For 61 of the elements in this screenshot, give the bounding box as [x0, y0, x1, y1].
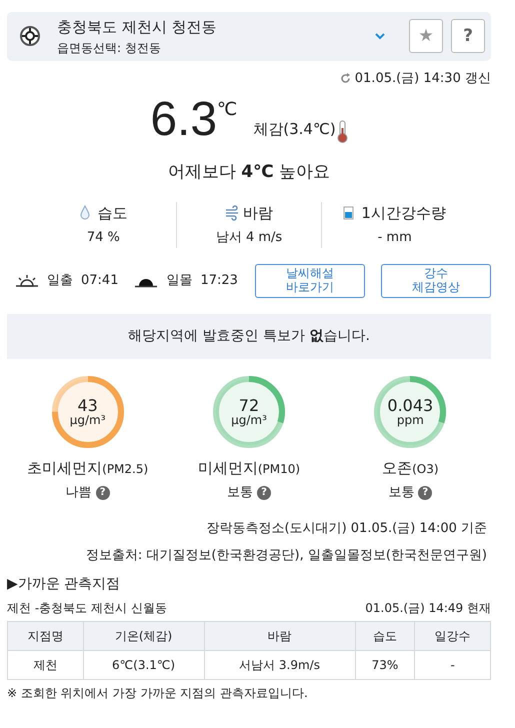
link-button[interactable]: 날씨해설 바로가기	[255, 264, 365, 298]
pollutant-code: (PM10)	[258, 460, 300, 478]
pollutant-code: (O3)	[412, 460, 439, 478]
column-header: 습도	[355, 621, 415, 650]
update-time: 01.05.(금) 14:30 갱신	[354, 70, 491, 88]
help-icon[interactable]: ?	[418, 486, 432, 500]
air-unit: ppm	[396, 414, 424, 426]
pollutant-name: 초미세먼지	[27, 458, 102, 478]
pollutant-name: 오존	[382, 458, 412, 478]
wind-icon	[225, 204, 239, 221]
column-header: 지점명	[8, 621, 84, 650]
station-info: 장락동측정소(도시대기) 01.05.(금) 14:00 기준	[206, 520, 487, 538]
footnote: ※ 조회한 위치에서 가장 가까운 지점의 관측자료입니다.	[7, 684, 309, 702]
air-grade: 보통	[226, 484, 253, 502]
location-target-icon	[19, 25, 41, 48]
column-header: 기온(체감)	[83, 621, 204, 650]
rain-value: - mm	[376, 229, 413, 247]
temperature-comparison: 어제보다 4℃ 높아요	[166, 161, 332, 184]
info-source: 정보출처: 대기질정보(한국환경공단), 일출일몰정보(한국천문연구원)	[84, 547, 487, 565]
pollutant-code: (PM2.5)	[102, 460, 148, 478]
air-value: 72	[238, 398, 260, 414]
air-value: 43	[77, 398, 98, 414]
table-cell: 서남서 3.9m/s	[204, 650, 355, 679]
thermometer-icon	[336, 120, 348, 144]
help-button[interactable]: ?	[451, 19, 485, 54]
wind-label: 바람	[243, 202, 273, 224]
section-title: ▶가까운 관측지점	[7, 574, 122, 594]
station-name: 제천 -충청북도 제천시 신월동	[7, 600, 167, 616]
rain-label: 1시간강수량	[361, 202, 446, 224]
sunrise-time: 07:41	[81, 272, 118, 290]
sunset-label: 일몰	[166, 272, 192, 290]
air-unit: μg/m³	[70, 414, 106, 426]
help-icon[interactable]: ?	[96, 486, 110, 500]
air-unit: μg/m³	[231, 414, 267, 426]
column-header: 바람	[204, 621, 355, 650]
table-cell: 6℃(3.1℃)	[83, 650, 204, 679]
feels-like-temperature: 체감(3.4℃)	[253, 118, 336, 140]
location-title[interactable]: 충청북도 제천시 청전동	[57, 16, 367, 38]
table-cell: 제천	[8, 650, 84, 679]
link-button[interactable]: 강수 체감영상	[381, 264, 491, 298]
table-cell: -	[414, 650, 490, 679]
wind-value: 남서 4 m/s	[214, 229, 284, 247]
humidity-label: 습도	[97, 202, 128, 224]
temperature-unit: ℃	[217, 98, 238, 122]
sunrise-label: 일출	[47, 272, 73, 290]
air-grade: 나쁨	[66, 484, 92, 502]
pollutant-name: 미세먼지	[198, 458, 258, 478]
humidity-value: 74 %	[86, 229, 121, 247]
table-cell: 73%	[355, 650, 415, 679]
help-icon[interactable]: ?	[256, 486, 271, 500]
air-value: 0.043	[387, 398, 434, 414]
observation-time: 01.05.(금) 14:49 현재	[365, 600, 491, 616]
air-grade: 보통	[388, 484, 414, 502]
location-subtitle: 읍면동선택: 청전동	[57, 40, 162, 56]
refresh-icon	[340, 72, 351, 84]
column-header: 일강수	[414, 621, 490, 650]
temperature: 6.3	[150, 96, 218, 144]
sunset-time: 17:23	[200, 272, 238, 290]
chevron-down-icon	[375, 32, 385, 40]
sunrise-icon	[15, 274, 39, 288]
alert-message: 해당지역에 발효중인 특보가 없습니다.	[7, 314, 491, 358]
